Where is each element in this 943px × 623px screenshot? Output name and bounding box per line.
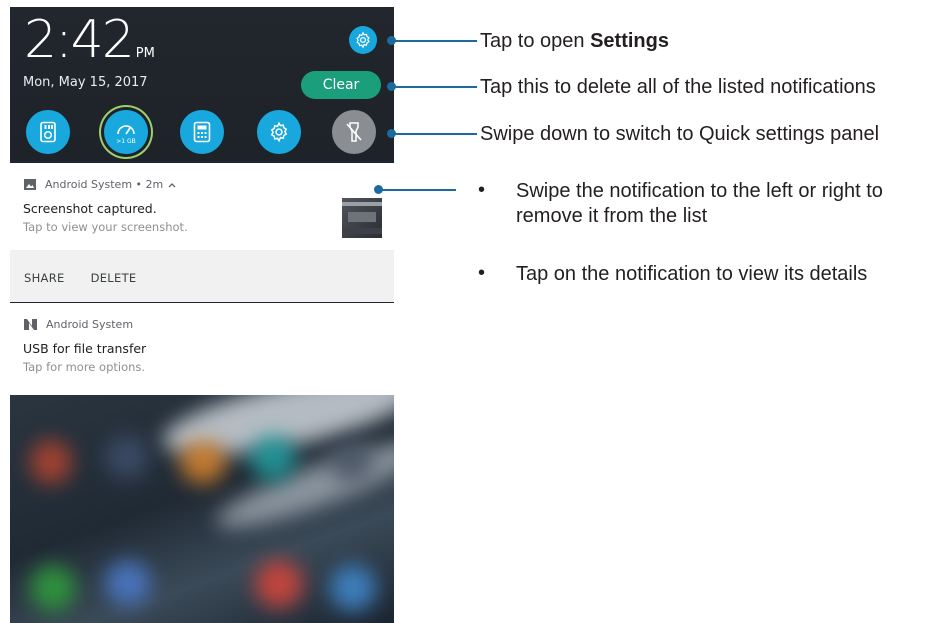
quick-setting-flashlight[interactable] <box>332 110 376 154</box>
phone-screen: 2:42 PM Mon, May 15, 2017 Clear >1 GB An… <box>10 7 394 623</box>
blurred-home-screen <box>10 395 394 623</box>
bullet-tap-text: Tap on the notification to view its deta… <box>516 263 868 285</box>
notification-subtitle: Tap to view your screenshot. <box>23 220 188 234</box>
notification-screenshot[interactable]: Android System • 2m Screenshot captured.… <box>10 163 394 302</box>
notification-subtitle: Tap for more options. <box>23 360 146 374</box>
android-n-icon <box>24 319 37 330</box>
boost-icon: >1 GB <box>116 125 136 145</box>
date-label: Mon, May 15, 2017 <box>23 75 148 90</box>
delete-button[interactable]: DELETE <box>91 271 137 285</box>
notification-header: Android System • 2m <box>24 178 185 191</box>
quick-setting-settings[interactable] <box>257 110 301 154</box>
image-icon <box>24 179 36 190</box>
clear-all-button[interactable]: Clear <box>301 71 381 99</box>
bullet-tap: • Tap on the notification to view its de… <box>478 262 938 292</box>
settings-button[interactable] <box>349 26 377 54</box>
notification-app-label: Android System • 2m <box>45 178 164 191</box>
notification-app-label: Android System <box>46 318 134 331</box>
notification-title: USB for file transfer <box>23 341 147 356</box>
calculator-icon <box>193 121 211 143</box>
quick-setting-boost[interactable]: >1 GB <box>104 110 148 154</box>
gear-icon <box>270 121 288 143</box>
callout-line <box>378 189 456 191</box>
notification-title: Screenshot captured. <box>23 201 157 216</box>
share-button[interactable]: SHARE <box>24 271 65 285</box>
notification-usb[interactable]: Android System USB for file transfer Tap… <box>10 303 394 395</box>
settings-callout-bold: Settings <box>590 30 669 52</box>
clock: 2:42 PM <box>24 13 155 67</box>
bullet-swipe-text: Swipe the notification to the left or ri… <box>516 180 883 227</box>
callout-line <box>391 133 477 135</box>
screenshot-thumbnail[interactable] <box>342 198 382 238</box>
speaker-icon <box>40 121 56 143</box>
notification-actions: SHARE DELETE <box>24 271 136 285</box>
bullet-mark: • <box>478 179 486 201</box>
gear-icon <box>356 31 370 49</box>
flashlight-off-icon <box>346 122 362 142</box>
quick-setting-calculator[interactable] <box>180 110 224 154</box>
notification-shade-header: 2:42 PM Mon, May 15, 2017 Clear >1 GB <box>10 7 394 160</box>
bullet-mark: • <box>478 262 486 284</box>
notification-header: Android System <box>24 318 133 331</box>
chevron-up-icon[interactable] <box>168 182 176 188</box>
clear-callout: Tap this to delete all of the listed not… <box>480 76 876 98</box>
boost-label: >1 GB <box>116 138 136 145</box>
settings-callout-text: Tap to open <box>480 30 591 52</box>
quick-setting-audio[interactable] <box>26 110 70 154</box>
clock-ampm: PM <box>135 46 155 61</box>
notification-body[interactable]: Android System • 2m Screenshot captured.… <box>10 163 394 250</box>
settings-callout: Tap to open Settings <box>480 30 669 53</box>
bullet-swipe: • Swipe the notification to the left or … <box>478 179 938 239</box>
quick-settings-callout: Swipe down to switch to Quick settings p… <box>480 123 880 145</box>
clock-time: 2:42 <box>24 10 135 70</box>
callout-line <box>391 86 477 88</box>
callout-line <box>391 40 477 42</box>
